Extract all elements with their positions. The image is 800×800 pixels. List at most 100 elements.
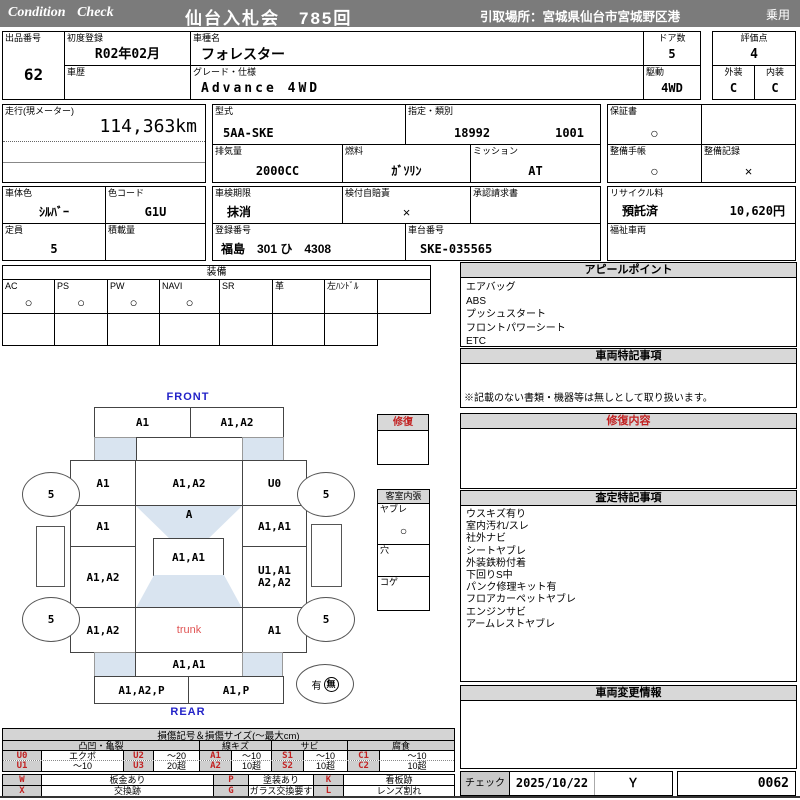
headlight-left-shape bbox=[94, 437, 137, 461]
headlight-right-shape bbox=[242, 437, 284, 461]
assessment-notes-title: 査定特記事項 bbox=[461, 491, 796, 506]
cabin-row-burn: コゲ bbox=[378, 576, 429, 610]
damage-legend-title: 損傷記号＆損傷サイズ(〜最大cm) bbox=[3, 729, 454, 742]
rear-window-shape bbox=[136, 575, 242, 608]
score-label: 評価点 bbox=[740, 33, 768, 43]
assessment-note-item: アームレストヤブレ bbox=[466, 618, 556, 630]
assessment-notes-section: 査定特記事項 ウスキズ有り 室内汚れ/スレ 社外ナビ シートヤブレ 外装鉄粉付着 下回りS… bbox=[460, 490, 797, 682]
appeal-points-title: アピールポイント bbox=[461, 263, 796, 278]
grade-label: グレード・仕様 bbox=[193, 67, 257, 77]
capacity-label: 定員 bbox=[5, 225, 24, 235]
equipment-cell-navi: NAVI ○ bbox=[159, 279, 220, 314]
equipment-label: NAVI bbox=[162, 281, 183, 291]
equipment-empty-cell bbox=[2, 313, 55, 346]
appeal-point-item: フロントパワーシート bbox=[466, 322, 566, 334]
accident-yes-label: 有 bbox=[311, 680, 322, 692]
equipment-cell-ac: AC ○ bbox=[2, 279, 55, 314]
divider bbox=[3, 162, 205, 163]
cabin-row-hole: 穴 bbox=[378, 544, 429, 577]
history-label: 車歴 bbox=[67, 67, 86, 77]
auction-title: 仙台入札会 785回 bbox=[185, 9, 353, 28]
class-number-value-2: 1001 bbox=[555, 126, 584, 140]
warranty-spare-box bbox=[701, 104, 796, 145]
repair-marks-table: W 板金あり P 塗装あり K 看板跡 X 交換跡 G ガラス交換要す L レン… bbox=[2, 774, 455, 797]
recycle-fee-values: 預託済 10,620円 bbox=[608, 202, 795, 219]
chassis-number-box: 車台番号 SKE-035565 bbox=[405, 223, 601, 261]
drive-box: 駆動 4WD bbox=[643, 65, 701, 100]
equipment-label: 革 bbox=[275, 281, 285, 291]
capacity-box: 定員 5 bbox=[2, 223, 106, 261]
exterior-grade-box: 外装 C bbox=[712, 65, 755, 100]
equipment-empty-cell bbox=[324, 313, 378, 346]
appeal-points-section: アピールポイント エアバッグ ABS プッシュスタート フロントパワーシート ETC bbox=[460, 262, 797, 347]
body-color-box: 車体色 ｼﾙﾊﾞｰ bbox=[2, 186, 106, 224]
repair-content-body bbox=[461, 429, 796, 488]
damage-size-row: U1 〜10 U3 20超 A2 10超 S2 10超 C2 10超 bbox=[3, 761, 454, 771]
class-number-value-1: 18992 bbox=[454, 126, 491, 140]
repair-marks-row: W 板金あり P 塗装あり K 看板跡 bbox=[3, 775, 454, 786]
equipment-value: ○ bbox=[24, 295, 33, 310]
equipment-empty-cell bbox=[54, 313, 108, 346]
approval-request-box: 承認請求書 bbox=[470, 186, 601, 224]
equipment-empty-cell bbox=[219, 313, 273, 346]
panel-front-bumper-left: A1 bbox=[94, 407, 191, 438]
class-number-box: 指定・類別 18992 1001 bbox=[405, 104, 601, 145]
trunk-area: trunk bbox=[135, 607, 243, 653]
legend-code: K bbox=[313, 775, 343, 785]
fuel-box: 燃料 ｶﾞｿﾘﾝ bbox=[342, 144, 471, 183]
taillight-left-shape bbox=[94, 652, 136, 677]
recycle-status: 預託済 bbox=[622, 204, 659, 218]
model-code-label: 型式 bbox=[215, 106, 234, 116]
wheel-front-right: 5 bbox=[297, 472, 355, 517]
inspection-expiry-value: 抹消 bbox=[227, 205, 252, 219]
legend-code: G bbox=[213, 786, 248, 796]
wheel-rear-left: 5 bbox=[22, 597, 80, 642]
insurance-label: 検付自賠責 bbox=[345, 188, 391, 198]
side-sill-right-shape bbox=[311, 524, 342, 587]
damage-legend-table: 損傷記号＆損傷サイズ(〜最大cm) 凸凹・亀裂 線キズ サビ 腐食 U0 エクボ… bbox=[2, 728, 455, 772]
legend-mark: ガラス交換要す bbox=[248, 786, 313, 796]
fuel-label: 燃料 bbox=[345, 146, 364, 156]
appeal-points-list: エアバッグ ABS プッシュスタート フロントパワーシート ETC bbox=[461, 278, 796, 352]
panel-roof: A1,A1 bbox=[153, 538, 224, 576]
cabin-row-label: ヤブレ bbox=[380, 504, 408, 514]
insurance-box: 検付自賠責 × bbox=[342, 186, 471, 224]
equipment-empty-cell bbox=[272, 313, 325, 346]
drive-label: 駆動 bbox=[646, 67, 665, 77]
center-glass-roof-area: A A1,A1 bbox=[135, 505, 243, 608]
equipment-value: ○ bbox=[129, 295, 138, 310]
equipment-label: AC bbox=[5, 281, 18, 291]
grade-box: グレード・仕様 Advance 4WD bbox=[190, 65, 644, 100]
color-code-value: G1U bbox=[144, 205, 167, 219]
equipment-empty-cell bbox=[107, 313, 160, 346]
panel-windshield: A bbox=[185, 508, 193, 521]
doors-value: 5 bbox=[668, 47, 676, 61]
first-registration-box: 初度登録 R02年02月 bbox=[64, 31, 191, 66]
legend-group: サビ bbox=[271, 741, 347, 750]
legend-size: 〜10 bbox=[379, 751, 454, 760]
transmission-box: ミッション AT bbox=[470, 144, 601, 183]
panel-rear-door-right: U1,A1 A2,A2 bbox=[242, 546, 307, 608]
score-box: 評価点 4 bbox=[712, 31, 796, 66]
legend-code: S2 bbox=[271, 761, 303, 771]
service-book-label: 整備手帳 bbox=[610, 146, 647, 156]
panel-rear-door-left: A1,A2 bbox=[70, 546, 136, 608]
appeal-point-item: エアバッグ bbox=[466, 282, 516, 293]
pickup-location: 引取場所：宮城県仙台市宮城野区港 bbox=[480, 10, 681, 24]
cabin-row-label: 穴 bbox=[380, 545, 390, 555]
assessment-note-item: 室内汚れ/スレ bbox=[466, 521, 529, 533]
first-registration-label: 初度登録 bbox=[67, 33, 104, 43]
repair-marks-row: X 交換跡 G ガラス交換要す L レンズ割れ bbox=[3, 786, 454, 796]
legend-size: 〜20 bbox=[153, 751, 199, 760]
displacement-label: 排気量 bbox=[215, 146, 243, 156]
recycle-fee-box: リサイクル料 預託済 10,620円 bbox=[607, 186, 796, 224]
lot-number-label: 出品番号 bbox=[5, 33, 42, 43]
inspection-expiry-box: 車検期限 抹消 bbox=[212, 186, 343, 224]
transmission-value: AT bbox=[528, 164, 543, 178]
warranty-value: ○ bbox=[650, 125, 659, 141]
vehicle-notes-title: 車両特記事項 bbox=[461, 349, 796, 364]
recycle-amount: 10,620円 bbox=[729, 204, 785, 218]
legend-group: 線キズ bbox=[199, 741, 271, 750]
body-color-value: ｼﾙﾊﾞｰ bbox=[38, 205, 69, 219]
legend-mark: 板金あり bbox=[41, 775, 213, 785]
